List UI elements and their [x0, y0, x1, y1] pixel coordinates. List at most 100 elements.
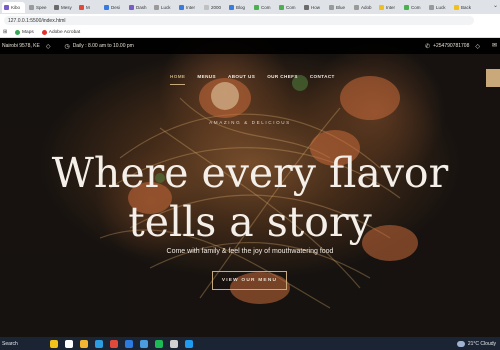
- tab-favicon-icon: [29, 4, 34, 10]
- restaurant-page: Nairobi 9578, KE ◇ ◷ Daily : 8.00 am to …: [0, 38, 500, 337]
- nav-our-chefs[interactable]: OUR CHEFS: [267, 74, 298, 82]
- tab-label: 2000: [211, 4, 222, 10]
- tab-favicon-icon: [354, 4, 359, 10]
- browser-tab[interactable]: Mesy: [52, 2, 75, 13]
- bookmark-label: Maps: [22, 29, 34, 35]
- tab-favicon-icon: [379, 4, 384, 10]
- mail-icon[interactable]: ✉: [492, 42, 497, 49]
- hero-subtitle: AMAZING & DELICIOUS: [209, 120, 291, 125]
- browser-tab[interactable]: Dash: [127, 2, 150, 13]
- view-menu-button[interactable]: VIEW OUR MENU: [212, 271, 287, 290]
- nav-home[interactable]: HOME: [170, 74, 186, 85]
- tab-label: Inter: [386, 4, 396, 10]
- file-explorer-icon[interactable]: [80, 339, 88, 348]
- vscode-icon[interactable]: [185, 339, 193, 348]
- phone-info[interactable]: ✆ +254790781708 ◇: [425, 38, 480, 54]
- apps-icon[interactable]: ⊞: [3, 30, 7, 35]
- tab-favicon-icon: [54, 4, 59, 10]
- bookmarks-bar: ⊞ Maps Adobe Acrobat: [0, 27, 500, 38]
- phone-text: +254790781708: [433, 43, 470, 49]
- tab-label: Com: [411, 4, 421, 10]
- browser-tab[interactable]: Spee: [27, 2, 50, 13]
- weather-pinwheel-icon[interactable]: [50, 339, 58, 348]
- edge-icon[interactable]: [95, 339, 103, 348]
- side-menu-toggle[interactable]: [486, 69, 500, 87]
- browser-tab[interactable]: Com: [252, 2, 275, 13]
- browser-tab[interactable]: Desi: [102, 2, 125, 13]
- tab-label: Com: [261, 4, 271, 10]
- tab-favicon-icon: [79, 4, 84, 10]
- browser-tab[interactable]: Luck: [427, 2, 450, 13]
- url-text: 127.0.0.1:5500/index.html: [8, 17, 66, 24]
- tab-favicon-icon: [329, 4, 334, 10]
- tab-label: Kibo: [11, 4, 21, 10]
- mail-icon[interactable]: [125, 339, 133, 348]
- main-nav: HOME MENUS ABOUT US OUR CHEFS CONTACT: [170, 74, 347, 85]
- tab-label: Inter: [186, 4, 196, 10]
- address-row: 127.0.0.1:5500/index.html: [0, 14, 500, 27]
- diamond-icon: ◇: [475, 43, 480, 50]
- browser-tab[interactable]: How: [302, 2, 325, 13]
- taskbar-search[interactable]: Search: [2, 341, 46, 347]
- tab-label: Mesy: [61, 4, 72, 10]
- browser-tab[interactable]: M: [77, 2, 100, 13]
- hours-info: ◷ Daily : 8.00 am to 10.00 pm: [64, 43, 133, 50]
- browser-tab[interactable]: 2000: [202, 2, 225, 13]
- tab-favicon-icon: [229, 4, 234, 10]
- weather-widget[interactable]: 21°C Cloudy: [456, 337, 496, 350]
- maps-icon: [15, 29, 21, 35]
- tab-favicon-icon: [304, 4, 309, 10]
- tab-favicon-icon: [129, 4, 134, 10]
- clock-icon: ◷: [64, 43, 70, 50]
- nav-about-us[interactable]: ABOUT US: [228, 74, 255, 82]
- browser-tab[interactable]: Inter: [377, 2, 400, 13]
- tab-favicon-icon: [154, 4, 159, 10]
- address-bar[interactable]: 127.0.0.1:5500/index.html: [4, 16, 474, 25]
- tab-label: Desi: [111, 4, 121, 10]
- browser-tab[interactable]: Blog: [227, 2, 250, 13]
- hero-tagline: Come with family & feel the joy of mouth…: [166, 248, 334, 255]
- task-view-icon[interactable]: [65, 339, 73, 348]
- browser-tab[interactable]: Back: [452, 2, 475, 13]
- store-icon[interactable]: [140, 339, 148, 348]
- nav-contact[interactable]: CONTACT: [310, 74, 335, 82]
- tab-label: Back: [461, 4, 472, 10]
- tab-label: How: [311, 4, 321, 10]
- tab-favicon-icon: [404, 4, 409, 10]
- chatgpt-icon[interactable]: [170, 339, 178, 348]
- tab-favicon-icon: [4, 4, 9, 10]
- tab-favicon-icon: [204, 4, 209, 10]
- nav-menus[interactable]: MENUS: [197, 74, 216, 82]
- browser-tab[interactable]: Com: [277, 2, 300, 13]
- browser-tab[interactable]: Kibo: [2, 1, 25, 13]
- bookmark-adobe-acrobat[interactable]: Adobe Acrobat: [41, 29, 81, 35]
- tab-favicon-icon: [254, 4, 259, 10]
- bookmark-maps[interactable]: Maps: [15, 29, 34, 35]
- headline-line-1: Where every flavor: [51, 149, 449, 197]
- taskbar-apps: [50, 339, 200, 348]
- tab-label: Blog: [236, 4, 246, 10]
- diamond-icon: ◇: [45, 43, 51, 50]
- browser-tab[interactable]: Inter: [177, 2, 200, 13]
- tab-favicon-icon: [104, 4, 109, 10]
- window-controls[interactable]: ⌄: [493, 2, 498, 9]
- tab-label: Luck: [436, 4, 446, 10]
- browser-tab-strip: Kibo Spee Mesy M Desi Dash Luck Inter 2000 Blog Co…: [0, 0, 500, 14]
- tab-favicon-icon: [429, 4, 434, 10]
- tab-favicon-icon: [179, 4, 184, 10]
- browser-tab[interactable]: Adob: [352, 2, 375, 13]
- spotify-icon[interactable]: [155, 339, 163, 348]
- chrome-icon[interactable]: [110, 339, 118, 348]
- browser-tab[interactable]: Blue: [327, 2, 350, 13]
- site-topbar: Nairobi 9578, KE ◇ ◷ Daily : 8.00 am to …: [0, 38, 500, 54]
- hero-headline: Where every flavor tells a story: [0, 149, 500, 247]
- tab-label: Spee: [36, 4, 47, 10]
- tab-label: Com: [286, 4, 296, 10]
- browser-tab[interactable]: Luck: [152, 2, 175, 13]
- phone-icon: ✆: [425, 43, 431, 50]
- tab-label: Dash: [136, 4, 147, 10]
- location-text: Nairobi 9578, KE: [2, 43, 40, 49]
- browser-tab[interactable]: Com: [402, 2, 425, 13]
- tab-label: Adob: [361, 4, 372, 10]
- bookmark-label: Adobe Acrobat: [48, 29, 81, 35]
